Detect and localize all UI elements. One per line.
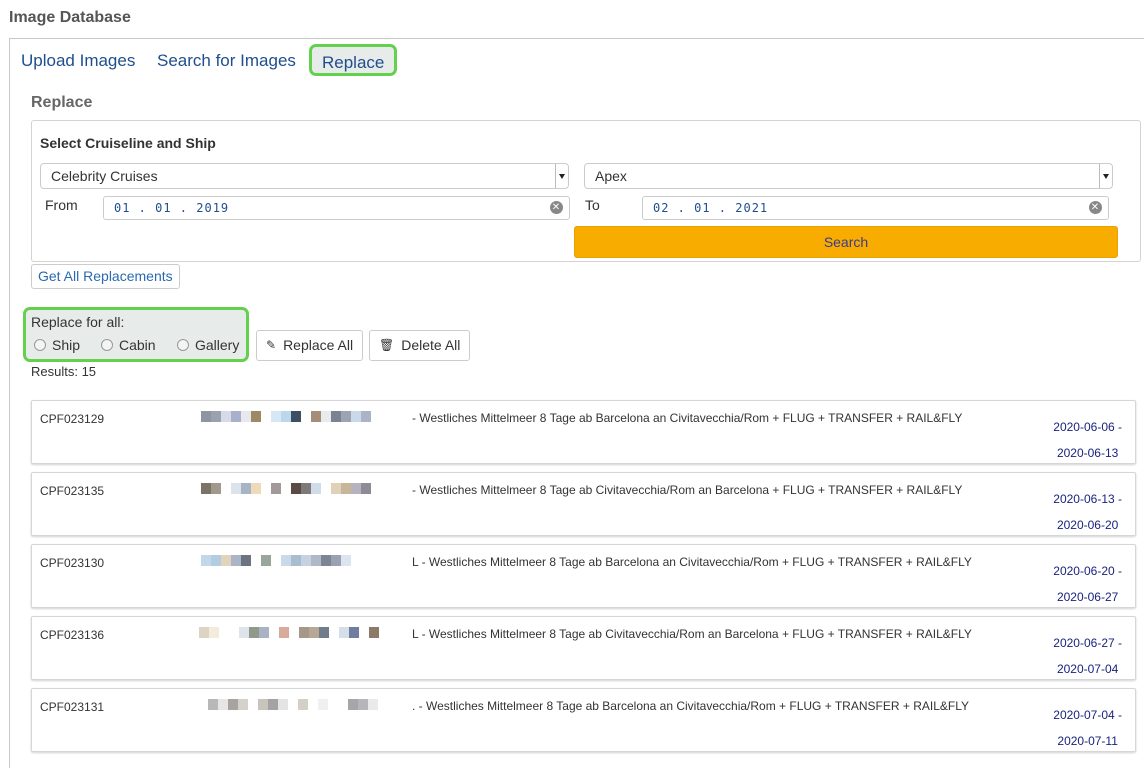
clear-icon[interactable]: ✕	[1089, 201, 1102, 214]
radio-ship-label: Ship	[52, 337, 81, 353]
tab-search-images[interactable]: Search for Images	[157, 46, 296, 76]
get-all-replacements-button[interactable]: Get All Replacements	[31, 264, 180, 289]
to-label: To	[585, 197, 600, 213]
radio-cabin[interactable]: Cabin	[101, 337, 156, 353]
blurred-title	[199, 627, 379, 638]
blurred-title	[208, 699, 388, 710]
radio-circle-icon	[34, 339, 46, 351]
blurred-title	[201, 555, 351, 566]
radio-cabin-label: Cabin	[119, 337, 156, 353]
result-dates: 2020-06-06 - 2020-06-13	[1053, 414, 1122, 466]
delete-all-button[interactable]: 🗑 Delete All	[369, 330, 471, 361]
date-from: 2020-06-06 -	[1053, 420, 1122, 434]
result-code: CPF023131	[40, 700, 105, 714]
result-dates: 2020-06-27 - 2020-07-04	[1053, 630, 1122, 682]
app-title: Image Database	[9, 9, 131, 26]
radio-circle-icon	[101, 339, 113, 351]
chevron-down-icon	[555, 164, 568, 188]
pencil-icon: ✎	[266, 338, 277, 352]
results-count: Results: 15	[31, 364, 97, 379]
date-from: 2020-06-20 -	[1053, 564, 1122, 578]
list-item[interactable]: CPF023129 - Westliches Mittelmeer 8 Tage…	[31, 400, 1136, 464]
radio-gallery[interactable]: Gallery	[177, 337, 239, 353]
date-to: 2020-07-11	[1057, 734, 1118, 748]
date-to: 2020-06-27	[1056, 590, 1119, 604]
list-item[interactable]: CPF023130 L - Westliches Mittelmeer 8 Ta…	[31, 544, 1136, 608]
result-dates: 2020-06-20 - 2020-06-27	[1053, 558, 1122, 610]
delete-all-label: Delete All	[401, 337, 461, 353]
chevron-down-icon	[1099, 164, 1112, 188]
date-from: 2020-07-04 -	[1053, 708, 1122, 722]
replace-all-label: Replace All	[283, 337, 354, 353]
section-title: Replace	[31, 94, 93, 111]
selector-title: Select Cruiseline and Ship	[40, 135, 216, 151]
radio-gallery-label: Gallery	[195, 337, 240, 353]
from-date-value: 01 . 01 . 2019	[114, 201, 230, 215]
ship-value: Apex	[595, 168, 627, 184]
tab-upload-images[interactable]: Upload Images	[21, 46, 135, 76]
result-code: CPF023135	[40, 484, 105, 498]
from-date-input[interactable]: 01 . 01 . 2019 ✕	[103, 196, 570, 220]
ship-dropdown[interactable]: Apex	[584, 163, 1113, 189]
list-item[interactable]: CPF023136 L - Westliches Mittelmeer 8 Ta…	[31, 616, 1136, 680]
date-to: 2020-07-04	[1056, 662, 1119, 676]
cruiseline-ship-selector: Select Cruiseline and Ship Celebrity Cru…	[31, 120, 1141, 262]
search-button[interactable]: Search	[574, 226, 1118, 258]
cruiseline-value: Celebrity Cruises	[51, 168, 158, 184]
from-label: From	[45, 197, 78, 213]
cruiseline-dropdown[interactable]: Celebrity Cruises	[40, 163, 569, 189]
date-to: 2020-06-13	[1056, 446, 1119, 460]
result-description: L - Westliches Mittelmeer 8 Tage ab Barc…	[412, 555, 972, 569]
replace-for-all-group: Replace for all: Ship Cabin Gallery	[23, 307, 249, 362]
radio-ship[interactable]: Ship	[34, 337, 80, 353]
result-dates: 2020-07-04 - 2020-07-11	[1053, 702, 1122, 754]
to-date-value: 02 . 01 . 2021	[653, 201, 769, 215]
to-date-input[interactable]: 02 . 01 . 2021 ✕	[642, 196, 1109, 220]
list-item[interactable]: CPF023135 - Westliches Mittelmeer 8 Tage…	[31, 472, 1136, 536]
result-code: CPF023136	[40, 628, 105, 642]
result-code: CPF023130	[40, 556, 105, 570]
list-item[interactable]: CPF023131 . - Westliches Mittelmeer 8 Ta…	[31, 688, 1136, 752]
result-code: CPF023129	[40, 412, 105, 426]
blurred-title	[201, 411, 371, 422]
main-panel: Upload Images Search for Images Replace …	[9, 38, 1144, 768]
clear-icon[interactable]: ✕	[550, 201, 563, 214]
result-description: . - Westliches Mittelmeer 8 Tage ab Barc…	[412, 699, 969, 713]
date-from: 2020-06-27 -	[1053, 636, 1122, 650]
replace-for-all-label: Replace for all:	[31, 314, 125, 330]
result-description: - Westliches Mittelmeer 8 Tage ab Civita…	[412, 483, 963, 497]
radio-circle-icon	[177, 339, 189, 351]
date-to: 2020-06-20	[1056, 518, 1119, 532]
date-from: 2020-06-13 -	[1053, 492, 1122, 506]
blurred-title	[201, 483, 371, 494]
result-description: L - Westliches Mittelmeer 8 Tage ab Civi…	[412, 627, 972, 641]
result-dates: 2020-06-13 - 2020-06-20	[1053, 486, 1122, 538]
result-description: - Westliches Mittelmeer 8 Tage ab Barcel…	[412, 411, 963, 425]
tab-replace[interactable]: Replace	[309, 44, 398, 76]
trash-icon: 🗑	[379, 338, 395, 352]
replace-all-button[interactable]: ✎ Replace All	[256, 330, 364, 361]
